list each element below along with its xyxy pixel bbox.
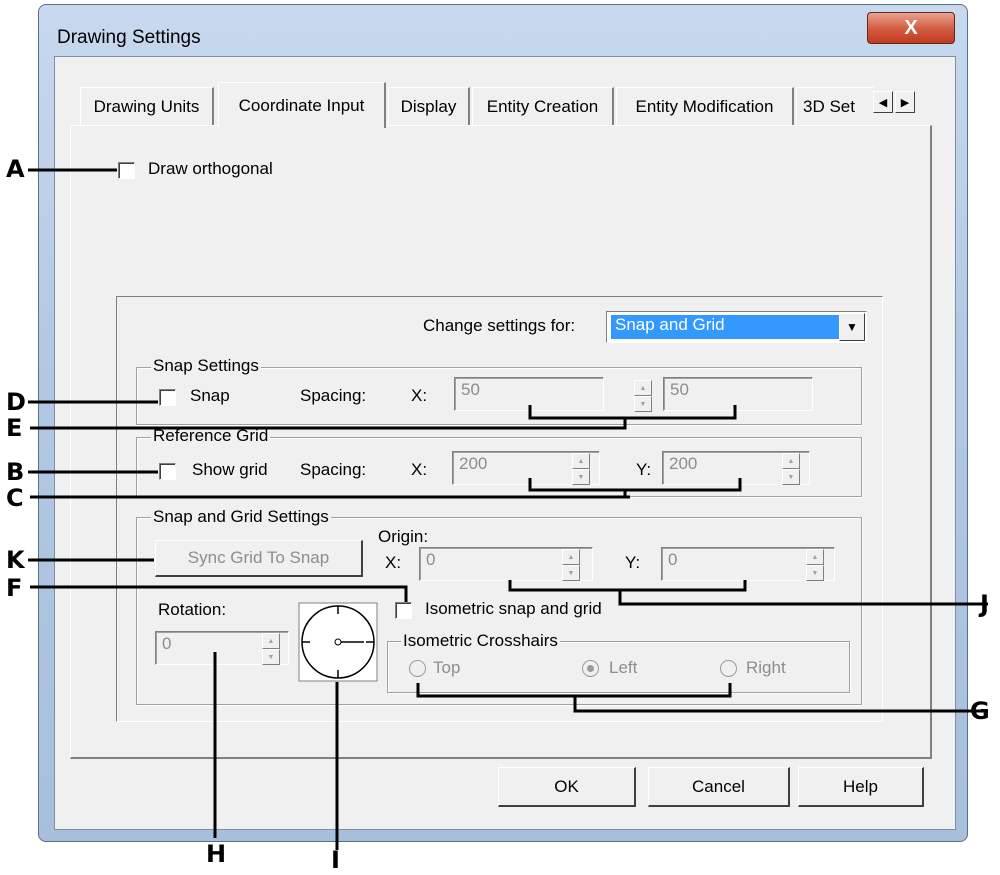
tab-coordinate-input[interactable]: Coordinate Input bbox=[218, 82, 386, 128]
callout-label: C bbox=[6, 484, 24, 512]
callout-label: D bbox=[6, 388, 26, 416]
callout-label: G bbox=[970, 697, 990, 725]
callout-label: K bbox=[6, 546, 25, 574]
callout-label: J bbox=[980, 590, 989, 618]
callout-label: I bbox=[331, 846, 340, 874]
callout-label: F bbox=[6, 574, 23, 602]
callout-label: E bbox=[6, 414, 23, 442]
callout-lines bbox=[28, 168, 988, 850]
callout-label: H bbox=[206, 840, 227, 868]
callout-label: B bbox=[6, 458, 25, 486]
callout-label: A bbox=[6, 155, 25, 183]
